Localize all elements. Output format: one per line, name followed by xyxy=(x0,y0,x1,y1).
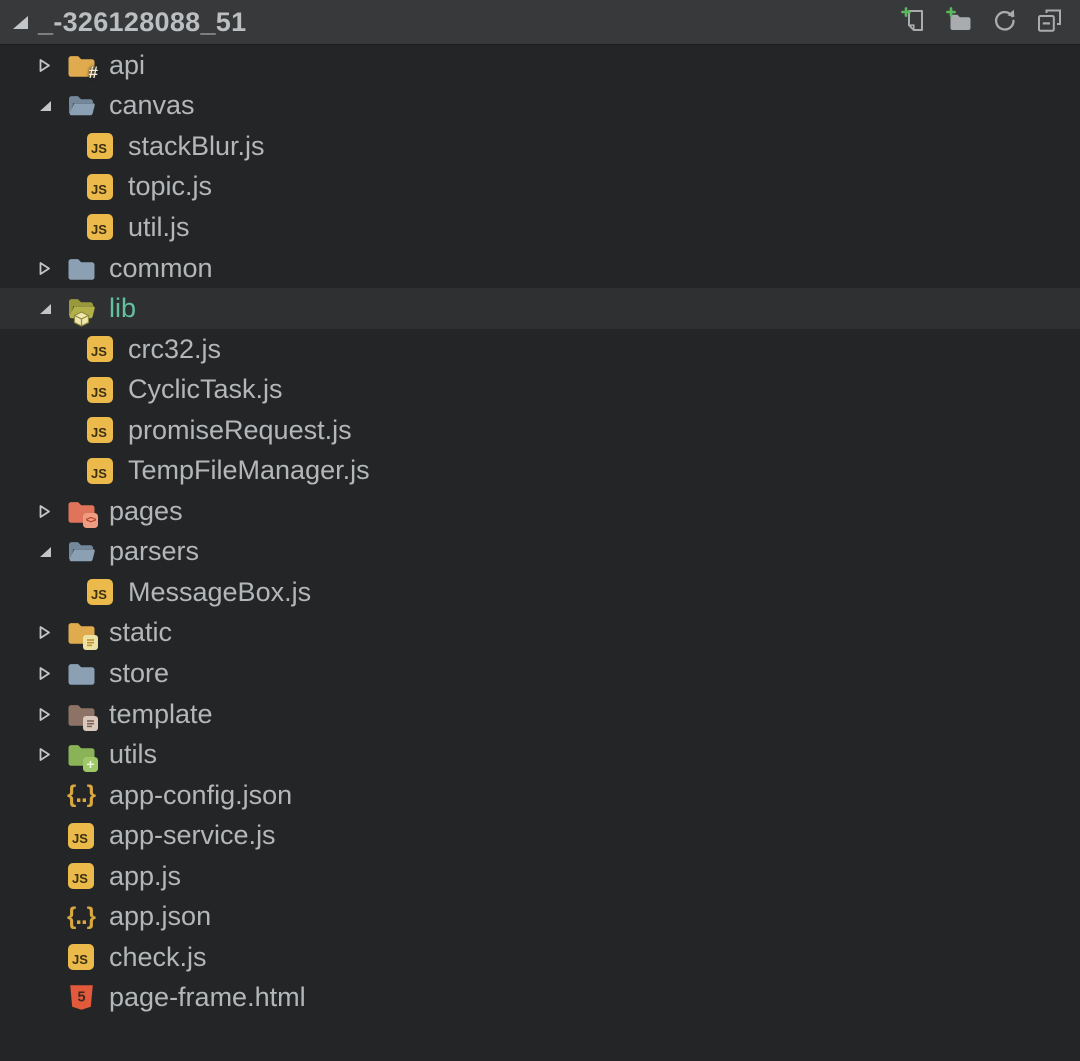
tree-item[interactable]: JS stackBlur.js xyxy=(0,126,1080,167)
tree-item-label: MessageBox.js xyxy=(128,577,311,608)
tree-item[interactable]: template xyxy=(0,694,1080,735)
json-file-icon: {..} xyxy=(66,902,96,932)
folder-api-icon: # xyxy=(66,50,96,80)
tree-item-label: topic.js xyxy=(128,171,212,202)
tree-item-label: promiseRequest.js xyxy=(128,415,352,446)
tree-item-label: app-config.json xyxy=(109,780,292,811)
tree-item-label: parsers xyxy=(109,536,199,567)
js-file-icon: JS xyxy=(85,415,115,445)
js-file-icon: JS xyxy=(85,334,115,364)
collapsed-arrow-icon[interactable] xyxy=(38,625,66,640)
tree-item-label: store xyxy=(109,658,169,689)
tree-item[interactable]: <> pages xyxy=(0,491,1080,532)
tree-item-label: page-frame.html xyxy=(109,982,306,1013)
tree-item-label: app.json xyxy=(109,901,211,932)
js-file-icon: JS xyxy=(85,375,115,405)
tree-item[interactable]: 5 page-frame.html xyxy=(0,978,1080,1019)
tree-item[interactable]: store xyxy=(0,653,1080,694)
tree-item[interactable]: {..} app.json xyxy=(0,896,1080,937)
collapsed-arrow-icon[interactable] xyxy=(38,666,66,681)
folder-icon xyxy=(66,658,96,688)
tree-item-label: utils xyxy=(109,739,157,770)
expanded-arrow-icon[interactable] xyxy=(38,303,66,315)
tree-item[interactable]: + utils xyxy=(0,734,1080,775)
collapsed-arrow-icon[interactable] xyxy=(38,707,66,722)
toolbar xyxy=(897,5,1066,39)
folder-lib-icon xyxy=(66,294,96,324)
folder-template-icon xyxy=(66,699,96,729)
js-file-icon: JS xyxy=(85,172,115,202)
tree-item[interactable]: # api xyxy=(0,45,1080,86)
tree-item-label: static xyxy=(109,617,172,648)
tree-item[interactable]: JS topic.js xyxy=(0,167,1080,208)
tree-item-label: template xyxy=(109,699,213,730)
new-folder-icon xyxy=(946,7,973,37)
js-file-icon: JS xyxy=(66,942,96,972)
collapse-all-button[interactable] xyxy=(1032,5,1066,39)
tree-item[interactable]: canvas xyxy=(0,86,1080,127)
tree-item-label: common xyxy=(109,253,213,284)
expanded-arrow-icon[interactable] xyxy=(38,546,66,558)
folder-static-icon xyxy=(66,618,96,648)
tree-item[interactable]: JS crc32.js xyxy=(0,329,1080,370)
tree-item-label: app-service.js xyxy=(109,820,276,851)
js-file-icon: JS xyxy=(85,577,115,607)
tree-item[interactable]: JS app-service.js xyxy=(0,815,1080,856)
tree-item-label: app.js xyxy=(109,861,181,892)
tree-item-label: CyclicTask.js xyxy=(128,374,283,405)
tree-item-label: api xyxy=(109,50,145,81)
refresh-icon xyxy=(991,7,1018,37)
js-file-icon: JS xyxy=(85,212,115,242)
html-file-icon: 5 xyxy=(66,983,96,1013)
tree-item-label: check.js xyxy=(109,942,207,973)
tree-item[interactable]: JS app.js xyxy=(0,856,1080,897)
js-file-icon: JS xyxy=(85,456,115,486)
expanded-arrow-icon[interactable] xyxy=(38,100,66,112)
tree-item-label: stackBlur.js xyxy=(128,131,265,162)
collapsed-arrow-icon[interactable] xyxy=(38,747,66,762)
svg-text:5: 5 xyxy=(77,990,85,1006)
file-explorer-panel: _-326128088_51 # api canvas JS stackBlur.js… xyxy=(0,0,1080,1018)
tree-item[interactable]: JS promiseRequest.js xyxy=(0,410,1080,451)
tree-item[interactable]: parsers xyxy=(0,532,1080,573)
folder-open-icon xyxy=(66,537,96,567)
js-file-icon: JS xyxy=(66,861,96,891)
collapsed-arrow-icon[interactable] xyxy=(38,504,66,519)
new-file-button[interactable] xyxy=(897,5,931,39)
tree-item[interactable]: JS util.js xyxy=(0,207,1080,248)
folder-utils-icon: + xyxy=(66,740,96,770)
new-folder-button[interactable] xyxy=(942,5,976,39)
new-file-icon xyxy=(901,7,928,37)
refresh-button[interactable] xyxy=(987,5,1021,39)
tree-item[interactable]: JS CyclicTask.js xyxy=(0,369,1080,410)
stacked-windows-icon xyxy=(1036,7,1063,37)
tree-item-label: canvas xyxy=(109,90,195,121)
project-header[interactable]: _-326128088_51 xyxy=(0,0,1080,45)
tree-item[interactable]: JS check.js xyxy=(0,937,1080,978)
json-file-icon: {..} xyxy=(66,780,96,810)
tree-item[interactable]: JS TempFileManager.js xyxy=(0,450,1080,491)
js-file-icon: JS xyxy=(66,821,96,851)
tree-item[interactable]: JS MessageBox.js xyxy=(0,572,1080,613)
js-file-icon: JS xyxy=(85,131,115,161)
collapsed-arrow-icon[interactable] xyxy=(38,261,66,276)
tree-item[interactable]: static xyxy=(0,613,1080,654)
tree-item-label: lib xyxy=(109,293,136,324)
folder-icon xyxy=(66,253,96,283)
folder-open-icon xyxy=(66,91,96,121)
tree-item-label: TempFileManager.js xyxy=(128,455,370,486)
tree-item[interactable]: {..} app-config.json xyxy=(0,775,1080,816)
tree-item-label: util.js xyxy=(128,212,190,243)
file-tree: # api canvas JS stackBlur.js JS topic.js JS uti… xyxy=(0,45,1080,1018)
collapsed-arrow-icon[interactable] xyxy=(38,58,66,73)
tree-item[interactable]: lib xyxy=(0,288,1080,329)
project-root-title: _-326128088_51 xyxy=(38,7,246,38)
tree-item-label: crc32.js xyxy=(128,334,221,365)
tree-item[interactable]: common xyxy=(0,248,1080,289)
folder-pages-icon: <> xyxy=(66,496,96,526)
tree-item-label: pages xyxy=(109,496,183,527)
root-expanded-arrow-icon[interactable] xyxy=(12,15,38,30)
